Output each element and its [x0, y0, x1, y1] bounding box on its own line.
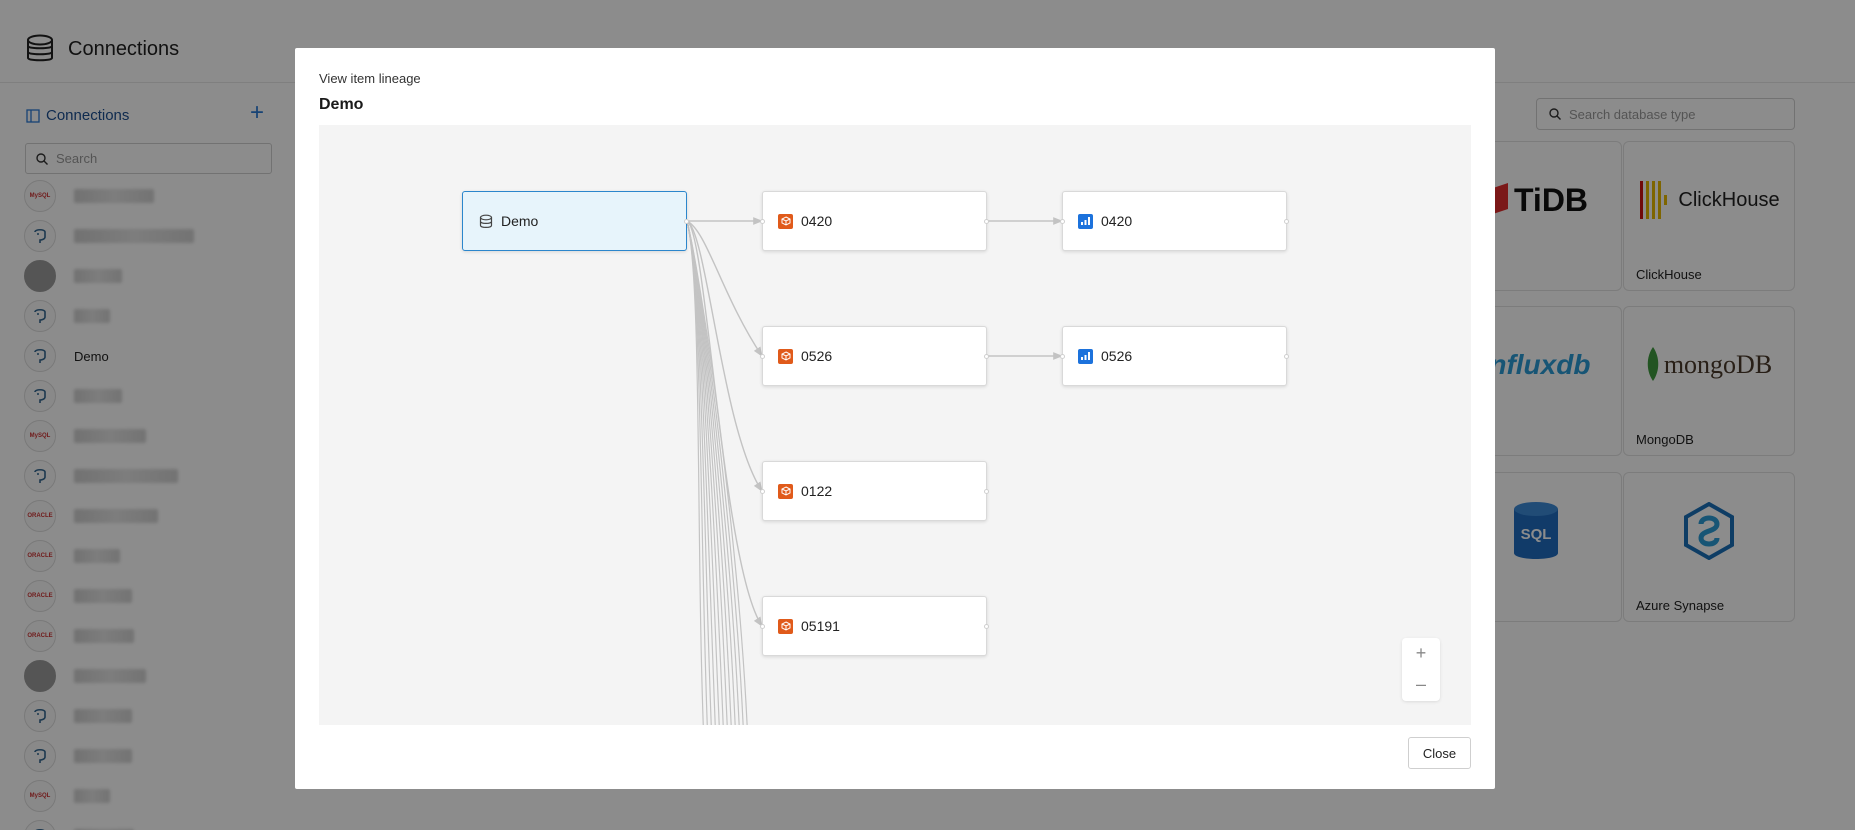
node-label: 0420	[1101, 213, 1133, 229]
zoom-out-button[interactable]: –	[1402, 669, 1440, 700]
node-label: 0122	[801, 483, 833, 499]
node-label: 0526	[1101, 348, 1133, 364]
lineage-canvas[interactable]: Demo 0420 0420 0526 0526 0122 05191 + –	[319, 125, 1471, 725]
lineage-node-report-0526[interactable]: 0526	[1060, 326, 1289, 386]
lineage-edge-offscreen	[686, 220, 728, 725]
node-input-handle[interactable]	[760, 354, 765, 359]
lineage-node-dataset-0526[interactable]: 0526	[760, 326, 989, 386]
node-input-handle[interactable]	[1060, 354, 1065, 359]
modal-title: Demo	[319, 96, 364, 113]
node-input-handle[interactable]	[760, 219, 765, 224]
zoom-in-button[interactable]: +	[1402, 638, 1440, 669]
cube-icon	[778, 213, 793, 229]
bar-chart-icon	[1078, 213, 1093, 229]
cube-icon	[778, 348, 793, 364]
database-icon	[479, 214, 493, 228]
node-output-handle[interactable]	[1284, 354, 1289, 359]
lineage-node-dataset-0420[interactable]: 0420	[760, 191, 989, 251]
lineage-modal: View item lineage Demo Demo 0420 0420 05…	[295, 48, 1495, 789]
node-input-handle[interactable]	[760, 624, 765, 629]
cube-icon	[778, 483, 793, 499]
lineage-node-dataset-05191[interactable]: 05191	[760, 596, 989, 656]
node-output-handle[interactable]	[984, 354, 989, 359]
node-output-handle[interactable]	[984, 489, 989, 494]
node-label: 0420	[801, 213, 833, 229]
node-output-handle[interactable]	[984, 219, 989, 224]
lineage-node-dataset-0122[interactable]: 0122	[760, 461, 989, 521]
node-input-handle[interactable]	[760, 489, 765, 494]
node-label: 0526	[801, 348, 833, 364]
node-label: Demo	[501, 213, 539, 229]
node-output-handle[interactable]	[984, 624, 989, 629]
node-input-handle[interactable]	[1060, 219, 1065, 224]
modal-caption: View item lineage	[319, 71, 421, 86]
bar-chart-icon	[1078, 348, 1093, 364]
lineage-node-demo-source[interactable]: Demo	[462, 191, 689, 251]
zoom-controls: + –	[1402, 638, 1440, 701]
node-output-handle[interactable]	[684, 219, 689, 224]
node-label: 05191	[801, 618, 840, 634]
node-output-handle[interactable]	[1284, 219, 1289, 224]
close-button[interactable]: Close	[1408, 737, 1471, 769]
lineage-node-report-0420[interactable]: 0420	[1060, 191, 1289, 251]
cube-icon	[778, 618, 793, 634]
